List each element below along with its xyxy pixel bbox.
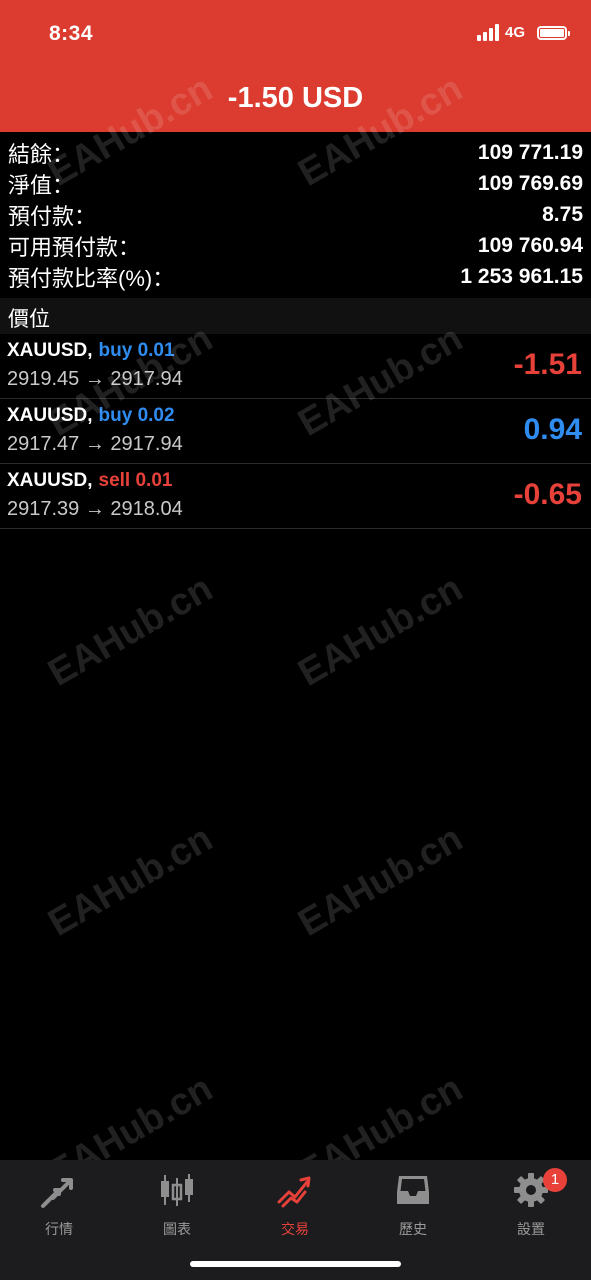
equity-label: 淨值： <box>8 172 75 198</box>
margin-label: 預付款： <box>8 203 97 229</box>
position-profit: 0.94 <box>523 413 582 446</box>
tab-trade[interactable]: 交易 <box>245 1170 345 1239</box>
margin-value: 8.75 <box>542 202 583 226</box>
position-header: XAUUSD, sell 0.01 <box>7 470 172 492</box>
position-row[interactable]: XAUUSD, sell 0.01 2917.39 → 2918.04 -0.65 <box>0 464 591 529</box>
position-header: XAUUSD, buy 0.02 <box>7 405 175 427</box>
summary-row-margin: 預付款： 8.75 <box>0 199 591 230</box>
position-profit: -1.51 <box>513 348 582 381</box>
position-prices: 2917.39 → 2918.04 <box>7 498 183 520</box>
summary-row-margin-level: 預付款比率(%)： 1 253 961.15 <box>0 261 591 292</box>
position-type: sell 0.01 <box>98 470 173 491</box>
status-time: 8:34 <box>49 22 94 45</box>
summary-row-equity: 淨值： 109 769.69 <box>0 168 591 199</box>
history-inbox-icon <box>397 1176 429 1204</box>
position-prices: 2917.47 → 2917.94 <box>7 433 183 455</box>
free-margin-value: 109 760.94 <box>477 233 583 257</box>
tab-label: 歷史 <box>399 1221 427 1237</box>
position-type: buy 0.01 <box>98 340 175 361</box>
summary-row-balance: 結餘： 109 771.19 <box>0 137 591 168</box>
positions-section-title: 價位 <box>8 308 50 331</box>
margin-level-label: 預付款比率(%)： <box>8 265 175 291</box>
margin-level-value: 1 253 961.15 <box>460 264 583 288</box>
cellular-signal-icon <box>476 24 499 41</box>
watermark: EAHub.cn <box>41 567 220 695</box>
header-bar: 8:34 4G -1.50 USD <box>0 0 591 132</box>
tab-chart[interactable]: 圖表 <box>127 1170 227 1239</box>
tab-label: 交易 <box>281 1221 309 1237</box>
tab-settings[interactable]: 1 設置 <box>481 1168 581 1239</box>
tab-quotes[interactable]: 行情 <box>9 1170 109 1239</box>
tab-history[interactable]: 歷史 <box>363 1170 463 1239</box>
trade-trend-icon <box>277 1176 311 1208</box>
positions-section-header: 價位 <box>0 298 591 334</box>
positions-list: XAUUSD, buy 0.01 2919.45 → 2917.94 -1.51 … <box>0 334 591 529</box>
position-header: XAUUSD, buy 0.01 <box>7 340 175 362</box>
position-prices: 2919.45 → 2917.94 <box>7 368 183 390</box>
watermark: EAHub.cn <box>41 817 220 945</box>
free-margin-label: 可用預付款： <box>8 234 141 260</box>
position-symbol: XAUUSD, <box>7 340 93 361</box>
floating-profit-title: -1.50 USD <box>227 82 364 114</box>
balance-value: 109 771.19 <box>477 140 583 164</box>
tab-label: 行情 <box>45 1221 73 1237</box>
position-symbol: XAUUSD, <box>7 405 93 426</box>
position-row[interactable]: XAUUSD, buy 0.02 2917.47 → 2917.94 0.94 <box>0 399 591 464</box>
network-type: 4G <box>504 24 525 41</box>
equity-value: 109 769.69 <box>477 171 583 195</box>
quotes-arrows-icon <box>41 1178 73 1208</box>
candlestick-chart-icon <box>161 1174 193 1206</box>
battery-icon <box>537 25 570 40</box>
status-indicators: 4G <box>476 24 570 41</box>
watermark: EAHub.cn <box>291 567 470 695</box>
battery-level <box>540 28 564 37</box>
balance-label: 結餘： <box>8 141 75 167</box>
notification-badge: 1 <box>543 1168 567 1192</box>
watermark: EAHub.cn <box>291 817 470 945</box>
position-type: buy 0.02 <box>98 405 175 426</box>
tab-label: 圖表 <box>163 1221 191 1237</box>
summary-row-free-margin: 可用預付款： 109 760.94 <box>0 230 591 261</box>
position-symbol: XAUUSD, <box>7 470 93 491</box>
position-profit: -0.65 <box>513 478 582 511</box>
account-summary: 結餘： 109 771.19 淨值： 109 769.69 預付款： 8.75 … <box>0 137 591 292</box>
position-row[interactable]: XAUUSD, buy 0.01 2919.45 → 2917.94 -1.51 <box>0 334 591 399</box>
home-indicator[interactable] <box>190 1261 401 1267</box>
tab-label: 設置 <box>517 1221 545 1237</box>
